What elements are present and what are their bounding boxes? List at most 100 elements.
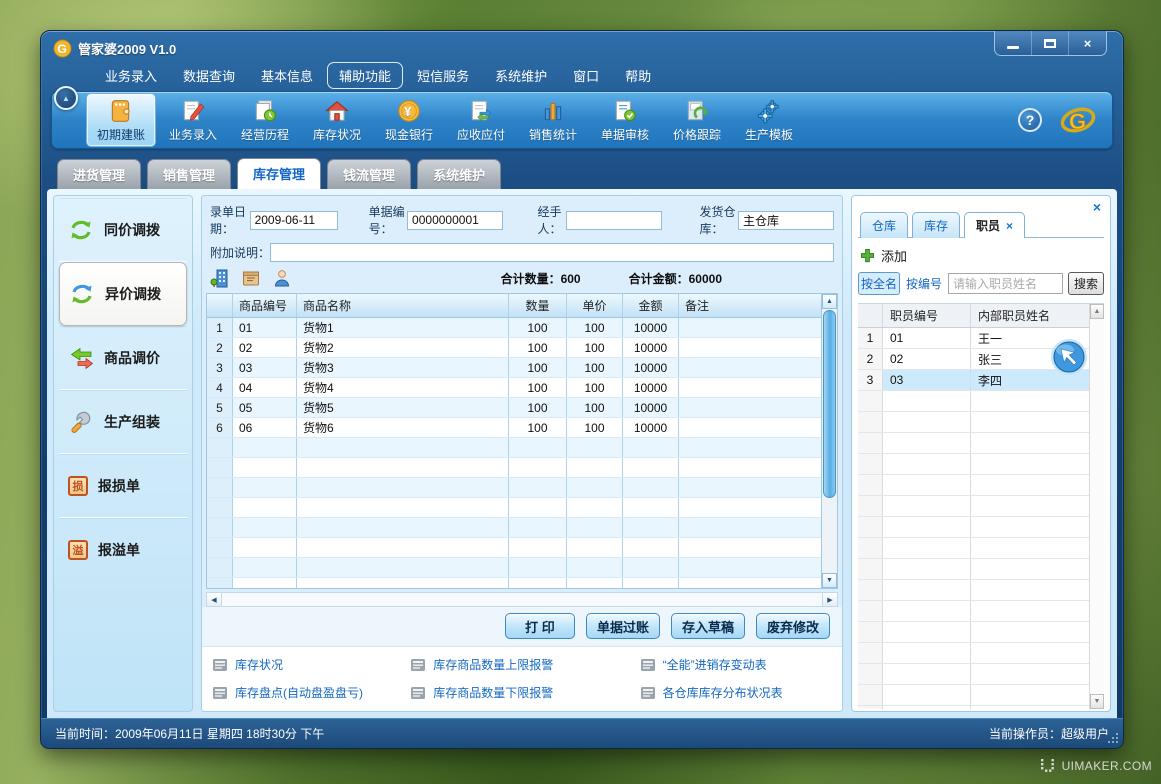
- menu-item-sms-service[interactable]: 短信服务: [405, 62, 481, 89]
- scroll-up-icon[interactable]: ▲: [1090, 304, 1104, 319]
- scroll-left-icon[interactable]: ◀: [207, 593, 222, 606]
- menu-item-data-query[interactable]: 数据查询: [171, 62, 247, 89]
- maximize-button[interactable]: [1032, 31, 1069, 55]
- menu-item-help[interactable]: 帮助: [613, 62, 663, 89]
- table-row[interactable]: 505货物510010010000: [207, 398, 821, 418]
- table-row[interactable]: 303货物310010010000: [207, 358, 821, 378]
- window-controls: ×: [994, 31, 1107, 56]
- search-button[interactable]: 搜索: [1068, 272, 1104, 295]
- employee-scrollbar[interactable]: ▲ ▼: [1089, 304, 1104, 709]
- menu-item-basic-info[interactable]: 基本信息: [249, 62, 325, 89]
- filter-by-name-toggle[interactable]: 按全名: [858, 272, 900, 295]
- post-document-button[interactable]: 单据过账: [586, 613, 660, 639]
- close-button[interactable]: ×: [1069, 31, 1106, 55]
- cell-quantity: 100: [509, 358, 567, 377]
- tab-close-icon[interactable]: ×: [1006, 219, 1013, 233]
- cell-unit-price: 100: [567, 418, 623, 437]
- tab-inventory-management[interactable]: 库存管理: [237, 158, 321, 189]
- toolbar-item-production-template[interactable]: 生产模板: [734, 93, 804, 147]
- link-warehouse-distribution[interactable]: 各仓库库存分布状况表: [640, 684, 834, 701]
- lookup-tab-bar: 仓库 库存 职员 ×: [858, 200, 1104, 238]
- menu-item-system-maintenance[interactable]: 系统维护: [483, 62, 559, 89]
- row-number: 1: [207, 318, 233, 337]
- scroll-down-icon[interactable]: ▼: [1090, 694, 1104, 709]
- toolbar-item-document-audit[interactable]: 单据审核: [590, 93, 660, 147]
- scroll-up-icon[interactable]: ▲: [822, 294, 837, 309]
- table-row[interactable]: 606货物610010010000: [207, 418, 821, 438]
- link-upper-limit-alert[interactable]: 库存商品数量上限报警: [410, 656, 639, 673]
- link-stocktake[interactable]: 库存盘点(自动盘盈盘亏): [212, 684, 410, 701]
- doc-no-input[interactable]: [407, 211, 503, 230]
- row-number: 4: [207, 378, 233, 397]
- collapse-toolbar-button[interactable]: ▲: [54, 86, 78, 110]
- warehouse-input[interactable]: [738, 211, 834, 230]
- sidebar-item-same-price-transfer[interactable]: 同价调拨: [59, 198, 187, 262]
- toolbar-item-inventory-status[interactable]: 库存状况: [302, 93, 372, 147]
- lookup-tab-inventory[interactable]: 库存: [912, 212, 960, 238]
- date-input[interactable]: [250, 211, 338, 230]
- link-label: 库存状况: [235, 656, 283, 673]
- scroll-right-icon[interactable]: ▶: [822, 593, 837, 606]
- lookup-tab-warehouse[interactable]: 仓库: [860, 212, 908, 238]
- price-adjust-icon: [68, 345, 94, 371]
- employee-row[interactable]: 101王一: [858, 328, 1089, 349]
- toolbar-item-sales-statistics[interactable]: 销售统计: [518, 93, 588, 147]
- tab-cashflow-management[interactable]: 钱流管理: [327, 159, 411, 189]
- employee-person-icon[interactable]: [272, 268, 292, 288]
- toolbar-item-receivable-payable[interactable]: 应收应付: [446, 93, 516, 147]
- toolbar-item-price-tracking[interactable]: 价格跟踪: [662, 93, 732, 147]
- employee-search-input[interactable]: [948, 273, 1063, 294]
- toolbar-item-cash-bank[interactable]: ¥ 现金银行: [374, 93, 444, 147]
- package-box-icon[interactable]: [241, 268, 261, 288]
- employee-row-empty: [858, 433, 1089, 454]
- employee-row-selected[interactable]: 303李四: [858, 370, 1089, 391]
- company-building-icon[interactable]: [210, 268, 230, 288]
- toolbar-item-label: 现金银行: [385, 126, 433, 143]
- sidebar-item-overflow-report[interactable]: 溢 报溢单: [59, 518, 187, 582]
- menu-item-business-entry[interactable]: 业务录入: [93, 62, 169, 89]
- link-allround-change-report[interactable]: “全能”进销存变动表: [640, 656, 834, 673]
- price-track-icon: [684, 98, 710, 124]
- table-row[interactable]: 101货物110010010000: [207, 318, 821, 338]
- handler-input[interactable]: [566, 211, 662, 230]
- sidebar-item-price-adjust[interactable]: 商品调价: [59, 326, 187, 390]
- save-draft-button[interactable]: 存入草稿: [671, 613, 745, 639]
- menu-item-aux-functions[interactable]: 辅助功能: [327, 62, 403, 89]
- tab-purchase-management[interactable]: 进货管理: [57, 159, 141, 189]
- sidebar-item-production-assembly[interactable]: 生产组装: [59, 390, 187, 454]
- cell-item-code: 05: [233, 398, 297, 417]
- resize-grip-icon[interactable]: [1108, 733, 1120, 745]
- sidebar-item-loss-report[interactable]: 损 报损单: [59, 454, 187, 518]
- minimize-button[interactable]: [995, 31, 1032, 55]
- add-employee-button[interactable]: 添加: [858, 238, 1104, 272]
- filter-by-code-toggle[interactable]: 按编号: [905, 273, 943, 294]
- toolbar-item-business-entry[interactable]: 业务录入: [158, 93, 228, 147]
- link-inventory-status[interactable]: 库存状况: [212, 656, 410, 673]
- employee-row[interactable]: 202张三: [858, 349, 1089, 370]
- tab-system-maintenance[interactable]: 系统维护: [417, 159, 501, 189]
- lookup-tab-employee[interactable]: 职员 ×: [964, 212, 1025, 238]
- scrollbar-thumb[interactable]: [823, 310, 836, 498]
- vertical-scrollbar[interactable]: ▲ ▼: [821, 294, 837, 588]
- menu-item-window[interactable]: 窗口: [561, 62, 611, 89]
- horizontal-scrollbar[interactable]: ◀ ▶: [206, 592, 838, 607]
- table-row[interactable]: 202货物210010010000: [207, 338, 821, 358]
- minimize-icon: [1007, 46, 1019, 49]
- toolbar-item-initial-setup[interactable]: 初期建账: [86, 93, 156, 147]
- table-row[interactable]: 404货物410010010000: [207, 378, 821, 398]
- status-current-time: 当前时间：2009年06月11日 星期四 18时30分 下午: [55, 725, 324, 742]
- scroll-down-icon[interactable]: ▼: [822, 573, 837, 588]
- panel-close-icon[interactable]: ×: [1093, 200, 1101, 214]
- sidebar-item-label: 异价调拨: [105, 284, 161, 304]
- document-form: 录单日期： 单据编号： 经手人： 发货仓库： 附加说明：: [202, 196, 842, 265]
- note-input[interactable]: [270, 243, 834, 262]
- discard-changes-button[interactable]: 废弃修改: [756, 613, 830, 639]
- help-button[interactable]: ?: [1018, 108, 1042, 132]
- date-label: 录单日期：: [210, 203, 250, 237]
- toolbar-item-history[interactable]: 经营历程: [230, 93, 300, 147]
- sidebar-item-diff-price-transfer[interactable]: 异价调拨: [59, 262, 187, 326]
- link-lower-limit-alert[interactable]: 库存商品数量下限报警: [410, 684, 639, 701]
- tab-sales-management[interactable]: 销售管理: [147, 159, 231, 189]
- print-button[interactable]: 打 印: [505, 613, 575, 639]
- cell-unit-price: 100: [567, 358, 623, 377]
